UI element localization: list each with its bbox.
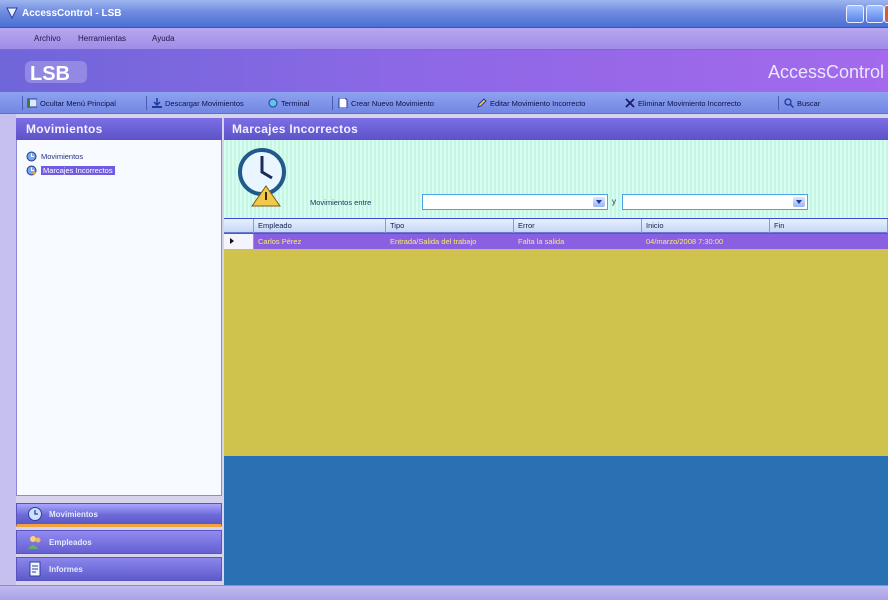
minimize-button[interactable] bbox=[846, 5, 864, 23]
left-panel-title: Movimientos bbox=[26, 122, 103, 136]
nav-empleados[interactable]: Empleados bbox=[16, 530, 222, 554]
delete-incorrect-movement-button[interactable]: Eliminar Movimiento Incorrecto bbox=[625, 96, 741, 110]
terminal-button[interactable]: Terminal bbox=[268, 96, 309, 110]
left-panel-header: Movimientos bbox=[16, 118, 222, 140]
hide-menu-icon bbox=[27, 98, 37, 108]
search-icon bbox=[784, 98, 794, 108]
cell-error: Falta la salida bbox=[518, 237, 565, 246]
grid-empty-area bbox=[224, 456, 888, 586]
cell-tipo: Entrada/Salida del trabajo bbox=[390, 237, 477, 246]
window-border bbox=[0, 114, 16, 585]
tree-item-marcajes-incorrectos[interactable]: Marcajes Incorrectos bbox=[26, 164, 115, 177]
lsb-logo: LSB bbox=[25, 61, 87, 85]
toolbar-separator bbox=[778, 96, 779, 110]
nav-informes[interactable]: Informes bbox=[16, 557, 222, 581]
search-button[interactable]: Buscar bbox=[784, 96, 820, 110]
menu-archivo[interactable]: Archivo bbox=[34, 34, 61, 43]
incorrect-marks-icon bbox=[26, 165, 37, 176]
toolbar-separator bbox=[22, 96, 23, 110]
title-bar: AccessControl - LSB bbox=[0, 0, 888, 28]
cell-fin bbox=[770, 234, 888, 249]
terminal-icon bbox=[268, 98, 278, 108]
grid-header: Empleado Tipo Error Inicio Fin bbox=[224, 219, 888, 233]
new-movement-button[interactable]: Crear Nuevo Movimiento bbox=[338, 96, 434, 110]
maximize-button[interactable] bbox=[866, 5, 884, 23]
chevron-down-icon[interactable] bbox=[593, 197, 605, 207]
navigation-tree bbox=[16, 140, 222, 496]
menu-ayuda[interactable]: Ayuda bbox=[152, 34, 175, 43]
delete-icon bbox=[625, 98, 635, 108]
date-to-combo[interactable] bbox=[622, 194, 808, 210]
tree-item-movimientos[interactable]: Movimientos bbox=[26, 150, 83, 163]
close-button[interactable] bbox=[884, 5, 888, 23]
movements-icon bbox=[26, 151, 37, 162]
table-row[interactable]: Carlos Pérez Entrada/Salida del trabajo … bbox=[224, 234, 888, 249]
employees-icon bbox=[28, 536, 41, 549]
banner: LSB AccessControl bbox=[0, 50, 888, 92]
menu-bar: Archivo Herramientas Ayuda bbox=[0, 28, 888, 50]
main-panel-header: Marcajes Incorrectos bbox=[224, 118, 888, 140]
clock-warning-icon bbox=[238, 148, 286, 207]
brand-name: AccessControl bbox=[767, 62, 884, 82]
grid-corner bbox=[224, 219, 254, 233]
toolbar: Ocultar Menú Principal Descargar Movimie… bbox=[0, 92, 888, 114]
edit-incorrect-movement-button[interactable]: Editar Movimiento Incorrecto bbox=[477, 96, 585, 110]
column-header-error[interactable]: Error bbox=[514, 219, 642, 233]
new-document-icon bbox=[338, 98, 348, 108]
toolbar-separator bbox=[146, 96, 147, 110]
window-title: AccessControl - LSB bbox=[22, 8, 122, 19]
column-header-tipo[interactable]: Tipo bbox=[386, 219, 514, 233]
incorrect-marks-grid[interactable]: Empleado Tipo Error Inicio Fin Carlos Pé… bbox=[224, 218, 888, 586]
hide-menu-button[interactable]: Ocultar Menú Principal bbox=[27, 96, 116, 110]
cell-empleado: Carlos Pérez bbox=[258, 237, 302, 246]
grid-empty-area bbox=[224, 249, 888, 456]
svg-text:LSB: LSB bbox=[30, 63, 70, 85]
column-header-empleado[interactable]: Empleado bbox=[254, 219, 386, 233]
filter-label: Movimientos entre bbox=[310, 198, 372, 207]
edit-icon bbox=[477, 98, 487, 108]
main-panel-title: Marcajes Incorrectos bbox=[232, 122, 359, 136]
app-icon bbox=[6, 7, 18, 19]
row-selector[interactable] bbox=[224, 234, 254, 249]
download-movements-button[interactable]: Descargar Movimientos bbox=[152, 96, 244, 110]
reports-icon bbox=[29, 561, 41, 577]
chevron-down-icon[interactable] bbox=[793, 197, 805, 207]
nav-movimientos[interactable]: Movimientos bbox=[16, 503, 222, 527]
download-icon bbox=[152, 98, 162, 108]
filter-separator: y bbox=[612, 197, 616, 206]
cell-inicio: 04/marzo/2008 7:30:00 bbox=[646, 237, 724, 246]
toolbar-separator bbox=[332, 96, 333, 110]
status-bar bbox=[0, 585, 888, 600]
date-from-combo[interactable] bbox=[422, 194, 608, 210]
column-header-inicio[interactable]: Inicio bbox=[642, 219, 770, 233]
movements-icon bbox=[28, 507, 42, 521]
menu-herramientas[interactable]: Herramientas bbox=[78, 34, 126, 43]
filter-area: Movimientos entre y bbox=[224, 140, 888, 218]
column-header-fin[interactable]: Fin bbox=[770, 219, 888, 233]
